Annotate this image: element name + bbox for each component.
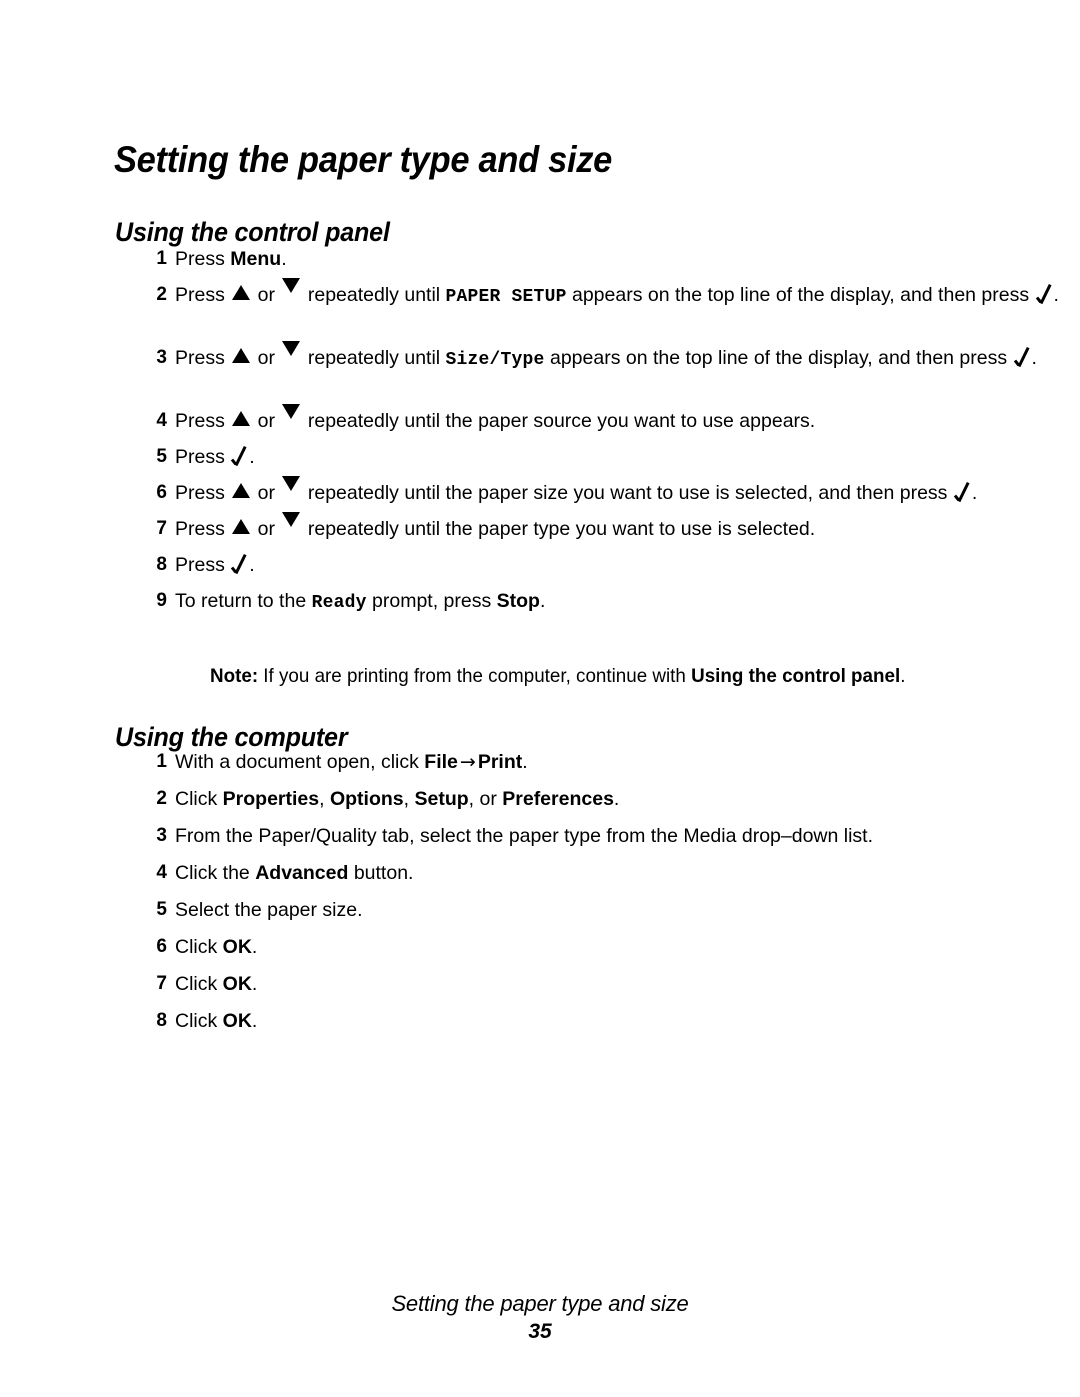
step-text: Press .	[175, 554, 255, 576]
step-item: 5 Press .	[0, 444, 1080, 480]
check-icon	[954, 483, 971, 503]
triangle-up-icon	[232, 519, 251, 534]
step-text: Click Properties, Options, Setup, or Pre…	[175, 788, 620, 810]
check-icon	[1036, 285, 1053, 305]
emphasis-term: OK	[222, 973, 252, 995]
section-heading-using-the-control-panel: Using the control panel	[115, 217, 390, 248]
emphasis-term: Preferences	[502, 788, 614, 810]
step-item: 5 Select the paper size.	[0, 897, 1080, 934]
step-number: 3	[156, 825, 167, 846]
step-text: Press or repeatedly until the paper size…	[175, 476, 977, 504]
check-icon	[1014, 348, 1031, 368]
emphasis-term: Menu	[230, 248, 282, 270]
triangle-down-icon	[282, 404, 301, 419]
step-number: 1	[156, 751, 167, 772]
triangle-down-icon	[282, 512, 301, 527]
document-page: Setting the paper type and size Using th…	[0, 0, 1080, 1397]
step-text: Click OK.	[175, 936, 258, 958]
step-item: 8 Press .	[0, 552, 1080, 588]
step-item: 2 Press or repeatedly until PAPER SETUP a…	[0, 278, 1080, 345]
step-text: Press or repeatedly until PAPER SETUP ap…	[175, 278, 1059, 307]
page-title: Setting the paper type and size	[114, 138, 613, 180]
step-number: 1	[156, 248, 167, 269]
step-number: 9	[156, 590, 167, 611]
step-text: Press or repeatedly until the paper type…	[175, 512, 815, 540]
step-item: 3 Press or repeatedly until Size/Type app…	[0, 341, 1080, 408]
check-icon	[231, 555, 248, 575]
step-number: 8	[156, 554, 167, 575]
step-text: Press .	[175, 446, 255, 468]
step-item: 7 Click OK.	[0, 971, 1080, 1008]
step-number: 4	[156, 862, 167, 883]
emphasis-term: Stop	[496, 590, 540, 612]
footer-page-number: 35	[528, 1320, 552, 1343]
footer-title: Setting the paper type and size	[391, 1291, 689, 1316]
step-item: 1 With a document open, click File → Print.	[0, 749, 1080, 786]
control-panel-step-list: 1 Press Menu. 2 Press or repeatedly until P…	[0, 246, 1080, 624]
step-text: From the Paper/Quality tab, select the p…	[175, 825, 874, 847]
emphasis-term: Print	[477, 751, 523, 773]
triangle-down-icon	[282, 278, 301, 293]
step-text: Press or repeatedly until the paper sour…	[175, 404, 815, 432]
step-number: 5	[156, 899, 167, 920]
step-item: 1 Press Menu.	[0, 246, 1080, 282]
emphasis-term: OK	[222, 1010, 252, 1032]
right-arrow-icon: →	[459, 751, 476, 773]
step-text: Click OK.	[175, 1010, 258, 1032]
step-number: 3	[156, 347, 167, 368]
step-item: 2 Click Properties, Options, Setup, or Pr…	[0, 786, 1080, 823]
step-item: 4 Click the Advanced button.	[0, 860, 1080, 897]
check-icon	[231, 447, 248, 467]
step-number: 2	[156, 284, 167, 305]
step-text: Click the Advanced button.	[175, 862, 414, 884]
step-number: 7	[156, 973, 167, 994]
step-text: Press or repeatedly until Size/Type appe…	[175, 341, 1037, 370]
computer-step-list: 1 With a document open, click File → Print.…	[0, 749, 1080, 1045]
step-number: 2	[156, 788, 167, 809]
emphasis-term: Using the control panel	[691, 664, 901, 687]
emphasis-term: Note:	[210, 664, 259, 687]
display-text: Ready	[311, 593, 367, 613]
note-paragraph: Note: If you are printing from the compu…	[210, 664, 906, 687]
triangle-up-icon	[232, 348, 251, 363]
triangle-up-icon	[232, 411, 251, 426]
step-item: 6 Click OK.	[0, 934, 1080, 971]
step-text: To return to the Ready prompt, press Sto…	[175, 590, 546, 613]
step-text: Click OK.	[175, 973, 258, 995]
emphasis-term: Options	[329, 788, 404, 810]
step-number: 8	[156, 1010, 167, 1031]
step-number: 5	[156, 446, 167, 467]
triangle-down-icon	[282, 341, 301, 356]
display-text: Size/Type	[445, 350, 545, 370]
step-item: 9 To return to the Ready prompt, press St…	[0, 588, 1080, 624]
step-item: 4 Press or repeatedly until the paper sou…	[0, 404, 1080, 444]
step-item: 8 Click OK.	[0, 1008, 1080, 1045]
step-text: Select the paper size.	[175, 899, 363, 921]
emphasis-term: Properties	[222, 788, 320, 810]
step-text: With a document open, click File → Print.	[175, 751, 528, 773]
emphasis-term: OK	[222, 936, 252, 958]
display-text: PAPER SETUP	[445, 287, 567, 307]
step-text: Press Menu.	[175, 248, 287, 270]
step-number: 6	[156, 936, 167, 957]
step-item: 6 Press or repeatedly until the paper siz…	[0, 476, 1080, 516]
triangle-down-icon	[282, 476, 301, 491]
triangle-up-icon	[232, 483, 251, 498]
step-number: 4	[156, 410, 167, 431]
step-item: 3 From the Paper/Quality tab, select the …	[0, 823, 1080, 860]
emphasis-term: Setup	[414, 788, 469, 810]
step-item: 7 Press or repeatedly until the paper typ…	[0, 512, 1080, 552]
triangle-up-icon	[232, 285, 251, 300]
step-number: 6	[156, 482, 167, 503]
emphasis-term: File	[424, 751, 458, 773]
emphasis-term: Advanced	[255, 862, 349, 884]
step-number: 7	[156, 518, 167, 539]
